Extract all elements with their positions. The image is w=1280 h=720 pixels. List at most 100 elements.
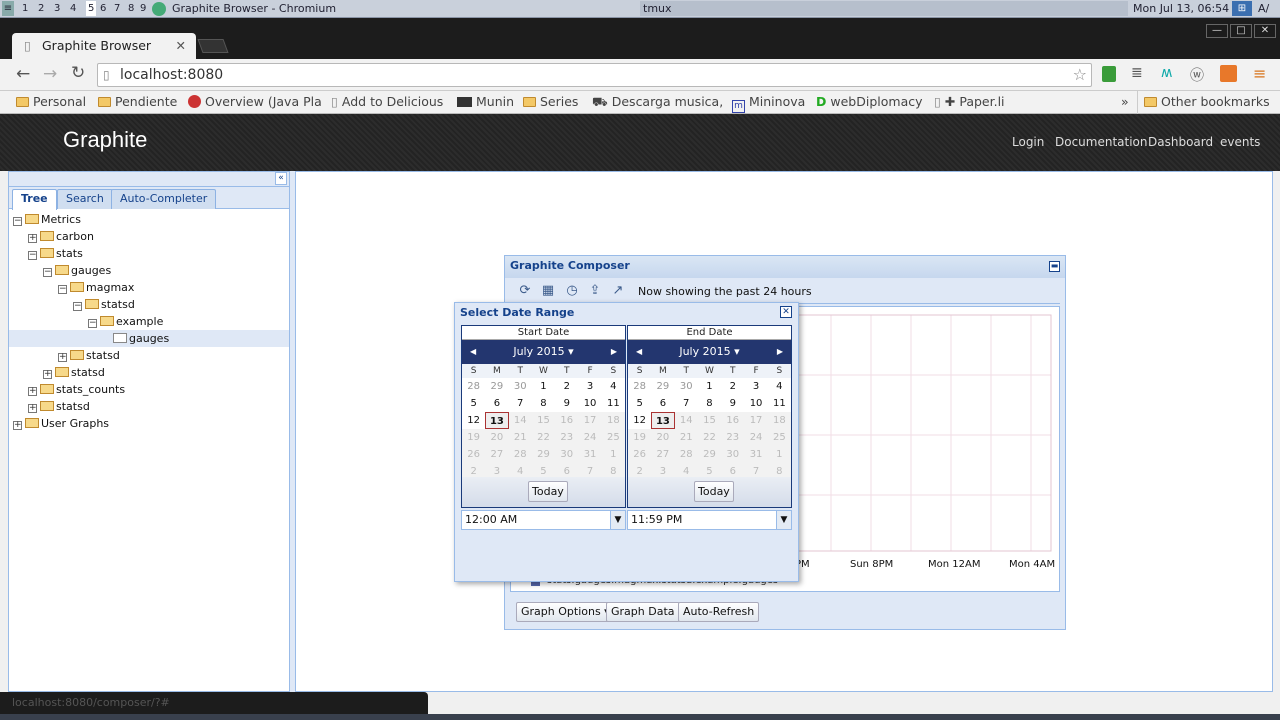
nav-documentation[interactable]: Documentation [1055,135,1148,149]
calendar-icon[interactable]: ▦ [540,283,556,299]
bookmark-item[interactable]: ⛟ Descarga musica, [592,94,723,111]
expand-icon[interactable]: + [13,421,22,430]
refresh-icon[interactable]: ⟳ [517,283,533,299]
workspace-6[interactable]: 6 [100,1,106,16]
calendar-day[interactable]: 28 [462,378,485,395]
upload-icon[interactable]: ⇪ [587,283,603,299]
end-time-select[interactable]: 11:59 PM ▼ [627,510,792,530]
calendar-day[interactable]: 10 [744,395,767,412]
bookmark-item[interactable]: ▯ Add to Delicious [331,94,443,109]
tree-node[interactable]: + statsd [28,398,90,415]
next-month-icon[interactable]: ▶ [777,340,783,364]
calendar-day[interactable]: 28 [628,378,651,395]
bookmark-item[interactable]: DwebDiplomacy [816,94,923,109]
workspace-8[interactable]: 8 [128,1,134,16]
forward-arrow-icon[interactable]: → [43,64,57,84]
reload-icon[interactable]: ↻ [71,63,85,83]
nav-login[interactable]: Login [1012,135,1044,149]
collapse-icon[interactable]: − [88,319,97,328]
expand-icon[interactable]: + [58,353,67,362]
tree-node[interactable]: − stats [28,245,83,262]
graph-data-button[interactable]: Graph Data [606,602,680,622]
star-icon[interactable]: ☆ [1073,64,1087,86]
calendar-day[interactable]: 8 [698,395,721,412]
tab-graphite-browser[interactable]: ▯ Graphite Browser ✕ [12,33,196,59]
active-window-title[interactable]: Graphite Browser - Chromium [172,1,336,16]
tree-node[interactable]: − magmax [58,279,134,296]
bookmark-item[interactable]: Munin [457,94,514,109]
workspace-3[interactable]: 3 [54,1,60,16]
close-icon[interactable]: ✕ [780,306,792,318]
extension-icon[interactable] [1102,66,1116,82]
tab-auto-completer[interactable]: Auto-Completer [111,189,217,209]
collapse-icon[interactable]: « [275,172,287,185]
calendar-day[interactable]: 6 [485,395,508,412]
calendar-day[interactable]: 12 [628,412,651,429]
calendar-day[interactable]: 4 [602,378,625,395]
chevron-down-icon[interactable]: ▼ [610,511,625,529]
calendar-day[interactable]: 30 [675,378,698,395]
extension-icon[interactable] [1220,65,1237,82]
maximize-icon[interactable]: □ [1230,24,1252,38]
workspace-7[interactable]: 7 [114,1,120,16]
auto-refresh-button[interactable]: Auto-Refresh [678,602,760,622]
calendar-day[interactable]: 8 [532,395,555,412]
expand-icon[interactable]: + [28,404,37,413]
expand-icon[interactable]: + [28,387,37,396]
tree-node[interactable]: − Metrics [13,211,81,228]
workspace-1[interactable]: 1 [22,1,28,16]
tree-node[interactable]: + carbon [28,228,94,245]
calendar-day[interactable]: 7 [509,395,532,412]
nav-events[interactable]: events [1220,135,1260,149]
other-bookmarks[interactable]: Other bookmarks [1144,94,1270,109]
calendar-day[interactable]: 5 [628,395,651,412]
bookmarks-overflow[interactable]: » [1121,94,1129,109]
calendar-day[interactable]: 11 [768,395,791,412]
menu-icon[interactable]: ≡ [2,1,14,16]
workspace-9[interactable]: 9 [140,1,146,16]
menu-icon[interactable]: ≡ [1253,64,1266,83]
prev-month-icon[interactable]: ◀ [636,340,642,364]
bookmark-item[interactable]: Pendiente [98,94,177,109]
calendar-day[interactable]: 13 [651,412,675,429]
calendar-day[interactable]: 11 [602,395,625,412]
calendar-day[interactable]: 2 [555,378,578,395]
calendar-day[interactable]: 3 [578,378,601,395]
address-bar[interactable]: ▯ localhost:8080 ☆ [97,63,1092,87]
today-button[interactable]: Today [694,481,734,502]
calendar-day[interactable]: 3 [744,378,767,395]
new-tab-button[interactable] [197,39,229,53]
tree-node[interactable]: gauges [9,330,289,347]
calendar-day[interactable]: 1 [532,378,555,395]
month-picker[interactable]: July 2015 ▾ [513,345,573,358]
tree-node[interactable]: − gauges [43,262,111,279]
extension-icon[interactable]: ≣ [1131,65,1143,81]
wordpress-icon[interactable]: ⓦ [1190,65,1204,85]
calendar-day[interactable]: 9 [555,395,578,412]
tab-tree[interactable]: Tree [12,189,57,210]
tree-node[interactable]: − example [88,313,163,330]
workspace-2[interactable]: 2 [38,1,44,16]
chevron-down-icon[interactable]: ▼ [776,511,791,529]
close-tab-icon[interactable]: ✕ [176,33,186,59]
tree-node[interactable]: + User Graphs [13,415,109,432]
tree-node[interactable]: − statsd [73,296,135,313]
calendar-day[interactable]: 10 [578,395,601,412]
collapse-icon[interactable]: − [13,217,22,226]
today-button[interactable]: Today [528,481,568,502]
clock-icon[interactable]: ◷ [564,283,580,299]
extension-icon[interactable]: ʍ [1161,65,1172,81]
tree-node[interactable]: + statsd [43,364,105,381]
bookmark-item[interactable]: ▯ ✚ Paper.li [934,94,1005,109]
tree-node[interactable]: + stats_counts [28,381,125,398]
calendar-day[interactable]: 13 [485,412,509,429]
calendar-day[interactable]: 30 [509,378,532,395]
calendar-day[interactable]: 9 [721,395,744,412]
next-month-icon[interactable]: ▶ [611,340,617,364]
expand-icon[interactable]: + [43,370,52,379]
month-picker[interactable]: July 2015 ▾ [679,345,739,358]
calendar-day[interactable]: 4 [768,378,791,395]
calendar-day[interactable]: 29 [485,378,508,395]
calendar-day[interactable]: 12 [462,412,485,429]
calendar-day[interactable]: 6 [651,395,674,412]
